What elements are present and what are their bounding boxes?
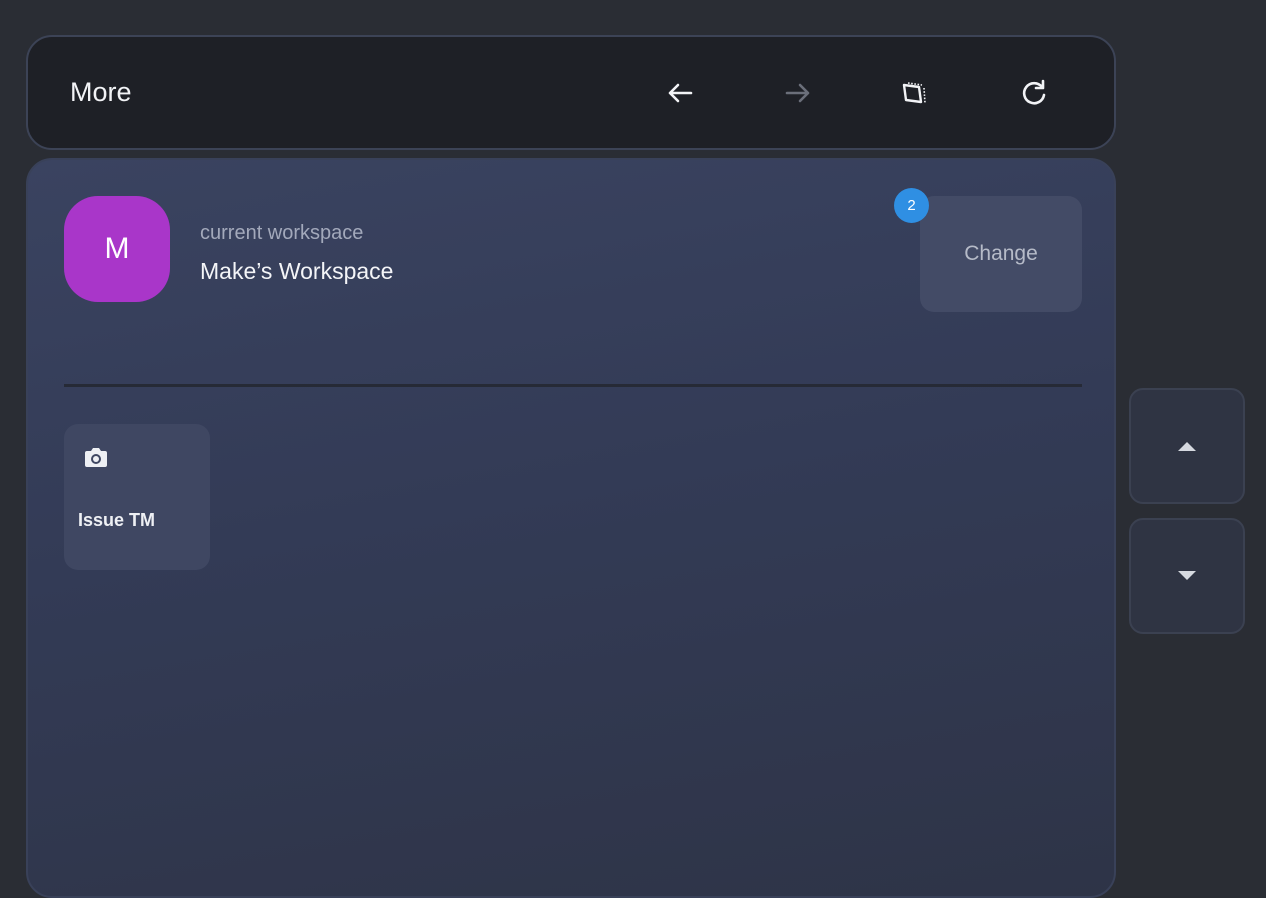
refresh-button[interactable] — [1004, 63, 1064, 123]
caret-down-icon — [1178, 571, 1196, 580]
top-navigation-bar: More — [26, 35, 1116, 150]
refresh-icon — [1022, 79, 1046, 105]
workspace-panel: M current workspace Make’s Workspace Cha… — [26, 158, 1116, 898]
workspace-avatar: M — [64, 196, 170, 302]
scroll-up-button[interactable] — [1129, 388, 1245, 504]
forward-button[interactable] — [768, 63, 828, 123]
caret-up-icon — [1178, 442, 1196, 451]
workspace-caption: current workspace — [200, 222, 364, 244]
notification-badge: 2 — [894, 188, 929, 223]
badge-count: 2 — [907, 197, 916, 214]
change-workspace-button[interactable]: Change — [920, 196, 1082, 312]
workspace-name: Make’s Workspace — [200, 258, 394, 284]
page-title: More — [70, 77, 132, 107]
issue-tm-tile[interactable]: Issue TM — [64, 424, 210, 570]
arrow-left-icon — [668, 83, 693, 103]
rotate-screen-button[interactable] — [884, 63, 944, 123]
change-workspace-label: Change — [964, 242, 1038, 265]
screen-rotate-icon — [902, 82, 926, 104]
back-button[interactable] — [650, 63, 710, 123]
tile-label: Issue TM — [78, 510, 156, 530]
avatar-letter: M — [104, 232, 130, 265]
scroll-down-button[interactable] — [1129, 518, 1245, 634]
section-divider — [64, 384, 1082, 387]
arrow-right-icon — [785, 83, 810, 103]
camera-icon — [85, 448, 107, 467]
